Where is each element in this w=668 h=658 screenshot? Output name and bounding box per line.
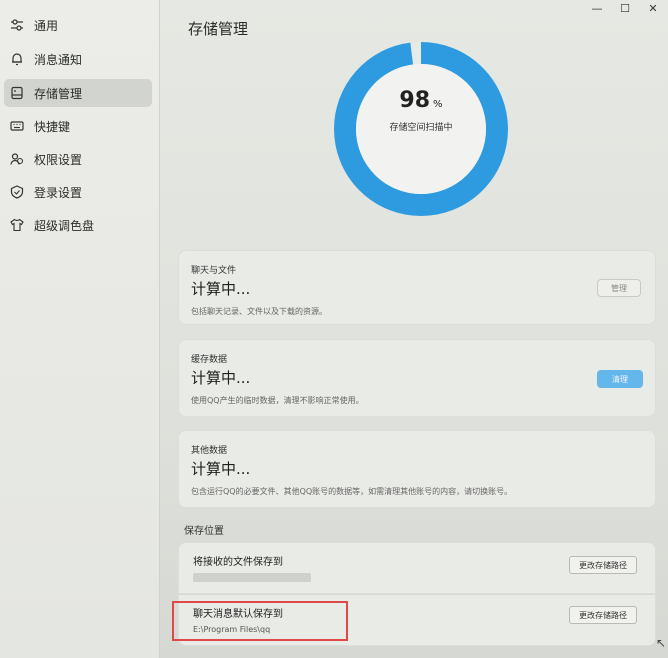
change-path-button[interactable]: 更改存储路径: [569, 606, 637, 624]
progress-percent: 98%: [332, 88, 510, 113]
sidebar-item-label: 通用: [34, 18, 59, 33]
progress-label: 存储空间扫描中: [389, 123, 453, 133]
storage-progress-ring: 98% 存储空间扫描中: [332, 40, 510, 218]
sidebar-item-palette[interactable]: 超级调色盘: [4, 211, 152, 239]
card-cache-data: 缓存数据 计算中... 使用QQ产生的临时数据，清理不影响正常使用。 清理: [178, 339, 656, 417]
sidebar-item-label: 消息通知: [34, 52, 83, 67]
sidebar-item-storage[interactable]: 存储管理: [4, 79, 152, 107]
shirt-icon: [10, 218, 24, 232]
progress-value: 98: [399, 88, 431, 113]
app-window: 通用 消息通知 存储管理 快捷键 权限设置 登录设置 超级调色盘 — ☐ ✕ 存…: [0, 0, 668, 658]
sidebar-item-label: 登录设置: [34, 185, 83, 200]
card-description: 使用QQ产生的临时数据，清理不影响正常使用。: [191, 396, 364, 405]
sidebar-item-label: 存储管理: [34, 86, 83, 101]
card-description: 包括聊天记录、文件以及下载的资源。: [191, 307, 327, 316]
page-title: 存储管理: [188, 20, 249, 38]
clean-button[interactable]: 清理: [597, 370, 643, 388]
sidebar-item-permissions[interactable]: 权限设置: [4, 145, 152, 173]
highlight-annotation: [172, 601, 348, 641]
change-path-button[interactable]: 更改存储路径: [569, 556, 637, 574]
card-title: 缓存数据: [191, 355, 228, 365]
sidebar-item-login[interactable]: 登录设置: [4, 178, 152, 206]
card-value: 计算中...: [191, 369, 251, 387]
progress-unit: %: [433, 99, 443, 110]
card-value: 计算中...: [191, 280, 251, 298]
sidebar-item-general[interactable]: 通用: [4, 11, 152, 39]
card-chat-files: 聊天与文件 计算中... 包括聊天记录、文件以及下载的资源。 管理: [178, 250, 656, 325]
card-value: 计算中...: [191, 460, 251, 478]
location-path-redacted: [193, 573, 311, 582]
card-description: 包含运行QQ的必要文件、其他QQ账号的数据等，如需清理其他账号的内容，请切换账号…: [191, 487, 513, 496]
save-location-title: 保存位置: [184, 526, 224, 537]
card-title: 聊天与文件: [191, 266, 237, 276]
location-title: 将接收的文件保存到: [193, 557, 283, 568]
sidebar-item-label: 权限设置: [34, 152, 83, 167]
sidebar-item-label: 超级调色盘: [34, 218, 95, 233]
main-panel: 存储管理 98% 存储空间扫描中 聊天与文件 计算中... 包括聊天记录、文件以…: [160, 0, 668, 658]
cursor-icon: ↖: [656, 636, 667, 650]
bell-icon: [10, 52, 24, 66]
card-title: 其他数据: [191, 446, 228, 456]
sidebar-item-label: 快捷键: [34, 119, 71, 134]
sidebar-item-notifications[interactable]: 消息通知: [4, 45, 152, 73]
storage-icon: [10, 86, 24, 100]
shield-icon: [10, 185, 24, 199]
sidebar-item-shortcuts[interactable]: 快捷键: [4, 112, 152, 140]
received-files-location: 将接收的文件保存到 更改存储路径: [178, 542, 656, 594]
card-other-data: 其他数据 计算中... 包含运行QQ的必要文件、其他QQ账号的数据等，如需清理其…: [178, 430, 656, 508]
manage-button[interactable]: 管理: [597, 279, 641, 297]
sidebar: 通用 消息通知 存储管理 快捷键 权限设置 登录设置 超级调色盘: [0, 0, 160, 658]
users-icon: [10, 152, 24, 166]
sliders-icon: [10, 18, 24, 32]
keyboard-icon: [10, 119, 24, 133]
